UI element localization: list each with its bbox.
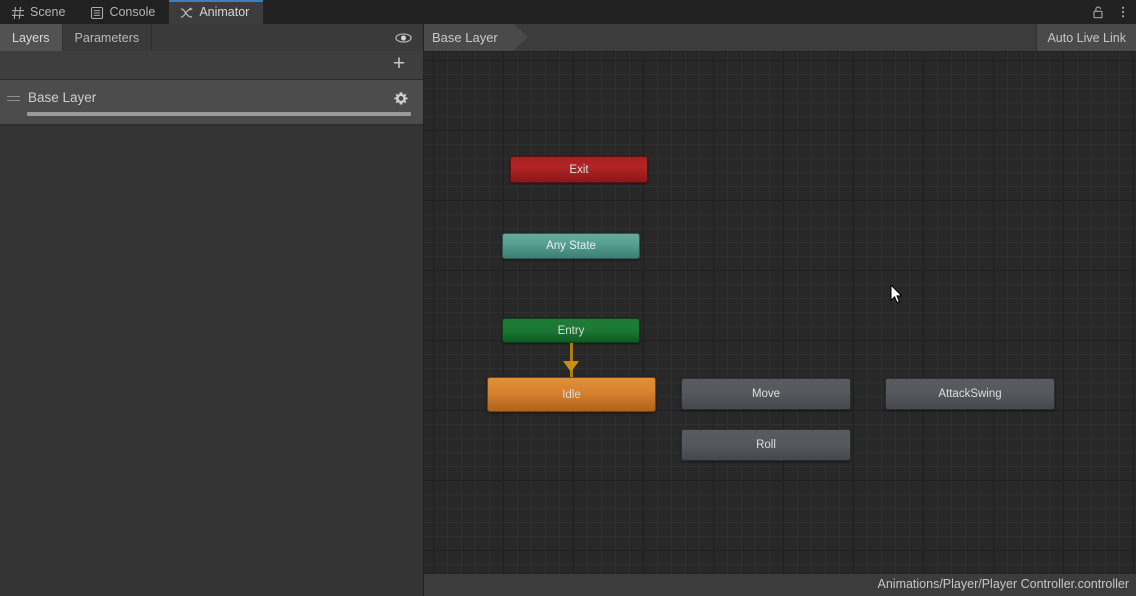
- add-layer-row: +: [0, 51, 423, 80]
- state-node-attackswing[interactable]: AttackSwing: [885, 378, 1055, 410]
- layers-panel: Layers Parameters + Base Layer: [0, 24, 424, 596]
- tab-layers-label: Layers: [12, 30, 50, 45]
- layer-weight-fill: [27, 112, 411, 116]
- tab-animator-label: Animator: [199, 5, 250, 19]
- gear-icon[interactable]: [393, 91, 409, 107]
- state-machine-graph-pane: Base Layer Auto Live Link Exit Any State E…: [424, 24, 1136, 596]
- controller-path-label: Animations/Player/Player Controller.cont…: [877, 577, 1130, 591]
- tab-console-label: Console: [109, 5, 156, 19]
- layer-name-label: Base Layer: [28, 90, 97, 105]
- state-node-label: Exit: [569, 163, 589, 176]
- add-layer-button[interactable]: +: [389, 53, 409, 74]
- auto-live-link-label: Auto Live Link: [1047, 30, 1126, 45]
- layer-list-item-base-layer[interactable]: Base Layer: [0, 80, 423, 125]
- state-node-label: AttackSwing: [938, 388, 1002, 400]
- state-node-idle[interactable]: Idle: [487, 377, 656, 412]
- animator-window: Scene Console Animator Layers Parameters…: [0, 0, 1136, 596]
- state-node-any-state[interactable]: Any State: [502, 233, 640, 259]
- breadcrumb-bar: Base Layer Auto Live Link: [424, 24, 1136, 52]
- eye-icon[interactable]: [393, 29, 413, 46]
- grid-icon: [11, 6, 24, 19]
- transition-arrow-icon: [563, 360, 579, 372]
- unlocked-padlock-icon[interactable]: [1091, 5, 1105, 19]
- window-tab-bar: Scene Console Animator: [0, 0, 1136, 24]
- layer-weight-slider[interactable]: [27, 112, 411, 116]
- tab-scene[interactable]: Scene: [0, 0, 79, 24]
- state-node-label: Any State: [546, 240, 596, 252]
- vertical-dots-icon[interactable]: [1116, 5, 1130, 19]
- tab-layers[interactable]: Layers: [0, 24, 63, 51]
- state-node-label: Idle: [562, 388, 581, 401]
- state-node-label: Roll: [756, 439, 776, 451]
- state-node-move[interactable]: Move: [681, 378, 851, 410]
- state-node-exit[interactable]: Exit: [510, 156, 648, 183]
- breadcrumb-chevron-icon: [513, 24, 528, 50]
- tab-parameters[interactable]: Parameters: [62, 24, 153, 51]
- drag-handle-icon[interactable]: [7, 96, 20, 103]
- mouse-cursor: [890, 283, 903, 309]
- tab-console[interactable]: Console: [79, 0, 169, 24]
- animator-icon: [180, 6, 194, 19]
- breadcrumb-base-layer[interactable]: Base Layer: [424, 24, 528, 51]
- breadcrumb-label: Base Layer: [432, 30, 498, 45]
- window-header-actions: [1091, 0, 1130, 24]
- state-node-label: Move: [751, 388, 781, 400]
- auto-live-link-button[interactable]: Auto Live Link: [1036, 24, 1136, 51]
- tab-scene-label: Scene: [30, 5, 66, 19]
- graph-status-bar: Animations/Player/Player Controller.cont…: [424, 573, 1136, 596]
- state-node-entry[interactable]: Entry: [502, 318, 640, 343]
- list-icon: [90, 6, 104, 19]
- tab-animator[interactable]: Animator: [169, 0, 264, 24]
- layers-parameters-tabbar: Layers Parameters: [0, 24, 423, 52]
- layer-list-empty-area: [0, 125, 423, 596]
- state-node-roll[interactable]: Roll: [681, 429, 851, 461]
- state-node-label: Entry: [557, 324, 585, 337]
- tab-parameters-label: Parameters: [74, 30, 140, 45]
- graph-canvas[interactable]: Exit Any State Entry Idle Move AttackSwing Rol…: [424, 51, 1136, 596]
